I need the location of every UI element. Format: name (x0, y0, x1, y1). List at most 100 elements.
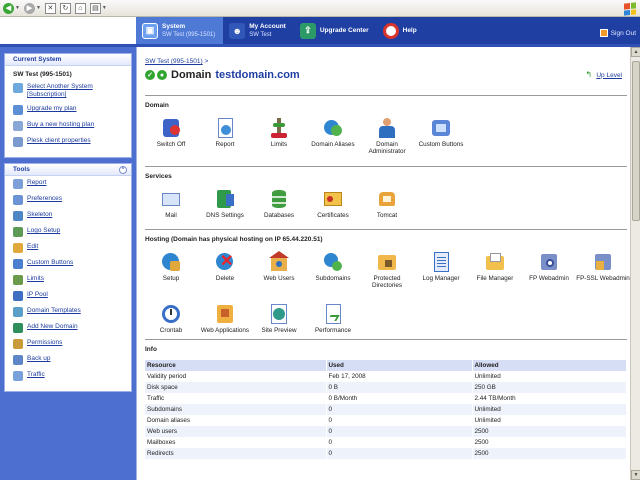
sidebar-item-backup[interactable]: Back up (13, 355, 125, 365)
current-system-body: SW Test (995-1501) Select Another System… (5, 66, 131, 157)
tool-protected-directories[interactable]: Protected Directories (360, 251, 414, 289)
domain-admin-icon (376, 117, 398, 139)
file-manager-icon (484, 251, 506, 273)
home-button[interactable]: ⌂ (74, 2, 86, 14)
tool-crontab[interactable]: Crontab (144, 303, 198, 334)
custom-buttons-icon (430, 117, 452, 139)
tab-my-account[interactable]: ☻ My Account SW Test (223, 17, 294, 44)
tool-label: Performance (314, 327, 352, 334)
sidebar-item-report[interactable]: Report (13, 179, 125, 189)
stop-button[interactable]: ✕ (44, 2, 56, 14)
tool-tomcat[interactable]: Tomcat (360, 188, 414, 219)
sidebar-item-edit[interactable]: Edit (13, 243, 125, 253)
scroll-up-icon[interactable]: ▲ (631, 47, 640, 57)
cell-allowed: 2500 (472, 448, 627, 459)
cell-resource: Redirects (145, 448, 327, 459)
breadcrumb-link-system[interactable]: SW Test (995-1501) (145, 58, 203, 65)
select-system-icon (13, 83, 23, 93)
services-tools-grid: Mail DNS Settings Databases Certificates… (145, 180, 627, 226)
add-domain-icon (13, 323, 23, 333)
forward-arrow-icon: ▶ (23, 2, 35, 14)
cell-resource: Validity period (145, 371, 327, 382)
tool-label: Tomcat (376, 212, 398, 219)
limits-icon (268, 117, 290, 139)
tool-certificates[interactable]: Certificates (306, 188, 360, 219)
tab-help[interactable]: Help (377, 17, 425, 44)
tool-label: Limits (270, 141, 288, 148)
hosting-tools-grid: Setup ✕ Delete Web Users Subdomains Prot… (144, 243, 630, 351)
sidebar-item-buy-plan[interactable]: Buy a new hosting plan (13, 121, 125, 131)
sidebar-item-traffic[interactable]: Traffic (13, 371, 125, 381)
tool-report[interactable]: Report (198, 117, 252, 148)
vertical-scrollbar[interactable]: ▲ ▼ (630, 47, 640, 480)
tab-system-sub: SW Test (995-1501) (162, 31, 216, 38)
up-level-link[interactable]: ↰ Up Level (585, 71, 622, 79)
cell-allowed: 2500 (472, 437, 627, 448)
tool-site-preview[interactable]: Site Preview (252, 303, 306, 334)
tool-fp-webadmin[interactable]: FP Webadmin (522, 251, 576, 282)
tool-subdomains[interactable]: Subdomains (306, 251, 360, 282)
tool-limits[interactable]: Limits (252, 117, 306, 148)
print-button[interactable]: ▤ ▼ (89, 2, 107, 14)
column-header-allowed: Allowed (472, 360, 627, 371)
tool-log-manager[interactable]: Log Manager (414, 251, 468, 282)
current-system-panel: Current System SW Test (995-1501) Select… (4, 53, 132, 158)
tools-body: Report Preferences Skeleton Logo Setup E… (5, 176, 131, 391)
table-row: Subdomains 0 Unlimited (145, 404, 627, 415)
sidebar-item-domain-templates[interactable]: Domain Templates (13, 307, 125, 317)
tool-web-users[interactable]: Web Users (252, 251, 306, 282)
sidebar-item-skeleton[interactable]: Skeleton (13, 211, 125, 221)
sidebar-item-limits[interactable]: Limits (13, 275, 125, 285)
sidebar-item-permissions[interactable]: Permissions (13, 339, 125, 349)
tab-system[interactable]: ▣ System SW Test (995-1501) (136, 17, 224, 44)
tool-setup[interactable]: Setup (144, 251, 198, 282)
tool-label: Site Preview (261, 327, 297, 334)
chevron-down-icon: ▼ (101, 5, 107, 11)
cell-used: 0 B (326, 382, 473, 393)
tool-label: Certificates (317, 212, 349, 219)
cell-allowed: Unlimited (472, 371, 627, 382)
tool-fp-ssl-webadmin[interactable]: FP-SSL Webadmin (576, 251, 630, 282)
cell-allowed: 2500 (472, 426, 627, 437)
scroll-down-icon[interactable]: ▼ (631, 470, 640, 480)
table-row: Redirects 0 2500 (145, 448, 627, 459)
tool-label: Web Applications (200, 327, 250, 334)
forward-button[interactable]: ▶ ▼ (23, 2, 41, 14)
sidebar: Current System SW Test (995-1501) Select… (0, 47, 136, 480)
tool-dns-settings[interactable]: DNS Settings (198, 188, 252, 219)
back-button[interactable]: ◀ ▼ (3, 2, 20, 14)
tool-custom-buttons[interactable]: Custom Buttons (414, 117, 468, 148)
sidebar-item-logo-setup[interactable]: Logo Setup (13, 227, 125, 237)
sign-out-link[interactable]: Sign Out (599, 29, 636, 37)
tool-performance[interactable]: Performance (306, 303, 360, 334)
tool-domain-administrator[interactable]: Domain Administrator (360, 117, 414, 155)
refresh-button[interactable]: ↻ (59, 2, 71, 14)
sidebar-item-ip-pool[interactable]: IP Pool (13, 291, 125, 301)
status-hosting-icon: ● (157, 70, 167, 80)
tool-web-applications[interactable]: Web Applications (198, 303, 252, 334)
sidebar-item-properties[interactable]: Plesk client properties (13, 137, 125, 147)
sidebar-item-add-domain[interactable]: Add New Domain (13, 323, 125, 333)
scroll-thumb[interactable] (632, 61, 640, 221)
tool-mail[interactable]: Mail (144, 188, 198, 219)
cell-resource: Subdomains (145, 404, 327, 415)
tool-domain-aliases[interactable]: Domain Aliases (306, 117, 360, 148)
sidebar-item-upgrade-plan[interactable]: Upgrade my plan (13, 105, 125, 115)
tab-upgrade-center-text: Upgrade Center (320, 27, 369, 35)
sidebar-item-custom-buttons[interactable]: Custom Buttons (13, 259, 125, 269)
tool-file-manager[interactable]: File Manager (468, 251, 522, 282)
collapse-icon[interactable]: ⌃ (119, 166, 127, 174)
cell-used: 0 (326, 448, 473, 459)
cell-allowed: 2.44 TB/Month (472, 393, 627, 404)
status-ok-icon: ✓ (145, 70, 155, 80)
sidebar-item-preferences[interactable]: Preferences (13, 195, 125, 205)
tab-upgrade-center[interactable]: ⇪ Upgrade Center (294, 17, 377, 44)
custom-buttons-icon (13, 259, 23, 269)
section-divider (145, 229, 627, 230)
sidebar-item-select-system[interactable]: Select Another System [Subscription] (13, 83, 125, 99)
tool-switch-off[interactable]: Switch Off (144, 117, 198, 148)
chevron-down-icon: ▼ (35, 5, 41, 11)
buy-plan-icon (13, 121, 23, 131)
tool-databases[interactable]: Databases (252, 188, 306, 219)
tool-delete[interactable]: ✕ Delete (198, 251, 252, 282)
